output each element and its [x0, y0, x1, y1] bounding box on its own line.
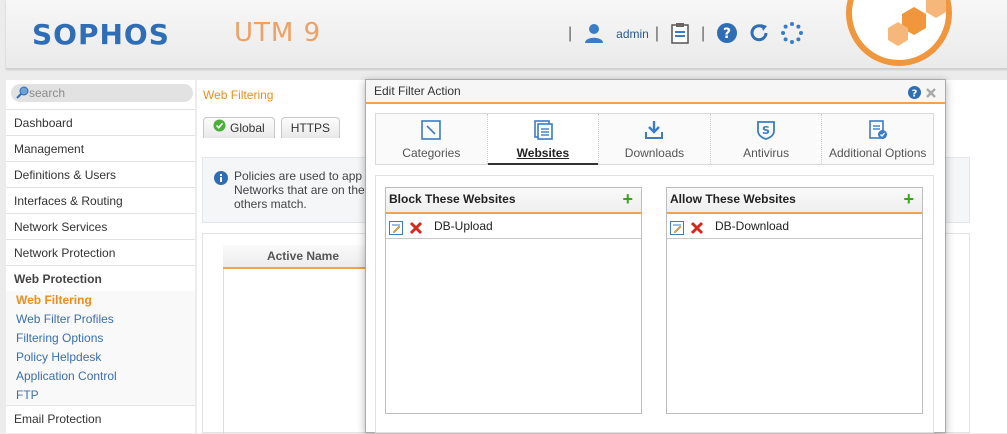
web-protection-submenu: Web Filtering Web Filter Profiles Filter…: [6, 291, 195, 405]
add-allow-website-icon[interactable]: +: [903, 188, 914, 210]
user-name[interactable]: admin: [616, 27, 649, 41]
allow-websites-panel: Allow These Websites + DB-Download: [666, 187, 923, 414]
product-name: UTM 9: [234, 18, 322, 48]
edit-icon[interactable]: [670, 219, 684, 243]
sidebar-item-management[interactable]: Management: [6, 135, 195, 161]
sophos-orb-logo: [846, 0, 952, 66]
loading-spinner-icon: [780, 21, 804, 48]
sidebar-subitem-ftp[interactable]: FTP: [6, 386, 195, 405]
sidebar-item-dashboard[interactable]: Dashboard: [6, 109, 195, 135]
allow-website-name: DB-Download: [715, 219, 790, 233]
sidebar-subitem-web-filtering[interactable]: Web Filtering: [6, 291, 195, 310]
sidebar-item-email-protection[interactable]: Email Protection: [6, 405, 195, 431]
add-block-website-icon[interactable]: +: [622, 188, 633, 210]
dialog-tabs: Categories Websites Downloads S Antiviru…: [375, 113, 934, 165]
list-item[interactable]: DB-Download: [667, 214, 922, 239]
sidebar-nav: Dashboard Management Definitions & Users…: [6, 109, 195, 431]
dialog-tab-antivirus-label: Antivirus: [743, 146, 790, 160]
sidebar: search Dashboard Management Definitions …: [6, 80, 195, 433]
block-website-name: DB-Upload: [434, 219, 493, 233]
tab-global[interactable]: Global: [203, 117, 275, 138]
dialog-tab-downloads-label: Downloads: [624, 146, 685, 160]
dialog-close-icon[interactable]: [925, 84, 937, 106]
tab-https[interactable]: HTTPS: [280, 117, 341, 138]
edit-filter-action-dialog: Edit Filter Action ? Categories Websites…: [365, 79, 946, 433]
search-input[interactable]: search: [11, 84, 193, 102]
svg-text:S: S: [762, 124, 770, 137]
dialog-tab-categories-label: Categories: [402, 146, 461, 160]
block-websites-panel: Block These Websites + DB-Upload: [385, 187, 642, 414]
block-websites-header: Block These Websites +: [386, 188, 641, 214]
app-header: SOPHOS UTM 9 | admin | | ?: [6, 0, 1007, 69]
check-icon: [213, 118, 226, 138]
websites-icon: [533, 120, 553, 143]
search-placeholder: search: [29, 86, 66, 100]
info-text: Policies are used to app Networks that a…: [234, 169, 365, 211]
sidebar-item-definitions-users[interactable]: Definitions & Users: [6, 161, 195, 187]
edit-icon[interactable]: [389, 219, 403, 243]
svg-text:?: ?: [912, 89, 918, 100]
help-icon[interactable]: ?: [716, 22, 738, 47]
user-icon[interactable]: [583, 22, 605, 47]
dialog-title-bar: Edit Filter Action ?: [366, 80, 945, 104]
svg-text:?: ?: [723, 26, 731, 42]
dialog-tab-downloads[interactable]: Downloads: [599, 114, 711, 164]
sidebar-subitem-web-filter-profiles[interactable]: Web Filter Profiles: [6, 310, 195, 329]
download-icon: [644, 120, 664, 143]
delete-icon[interactable]: [690, 219, 704, 243]
brand-logo: SOPHOS: [32, 18, 170, 51]
dialog-tab-websites[interactable]: Websites: [487, 114, 600, 165]
tab-global-label: Global: [230, 121, 265, 135]
sidebar-subitem-filtering-options[interactable]: Filtering Options: [6, 329, 195, 348]
info-icon: [214, 171, 228, 188]
sidebar-subitem-application-control[interactable]: Application Control: [6, 367, 195, 386]
dialog-tab-websites-label: Websites: [516, 146, 570, 160]
delete-icon[interactable]: [409, 219, 423, 243]
column-header-active-name[interactable]: Active Name: [223, 245, 383, 269]
sidebar-item-network-services[interactable]: Network Services: [6, 213, 195, 239]
dialog-tab-additional-options[interactable]: Additional Options: [822, 114, 933, 164]
document-settings-icon: [868, 120, 888, 143]
sidebar-subitem-policy-helpdesk[interactable]: Policy Helpdesk: [6, 348, 195, 367]
shield-icon: S: [756, 120, 776, 143]
search-icon: [16, 86, 29, 104]
header-toolbar: | admin | | ?: [562, 20, 809, 48]
main-tabs: Global HTTPS: [203, 117, 346, 138]
dialog-help-icon[interactable]: ?: [908, 84, 921, 106]
refresh-icon[interactable]: [748, 22, 770, 47]
block-websites-title: Block These Websites: [389, 192, 516, 206]
dialog-tab-antivirus[interactable]: S Antivirus: [711, 114, 823, 164]
sidebar-item-network-protection[interactable]: Network Protection: [6, 239, 195, 265]
list-item[interactable]: DB-Upload: [386, 214, 641, 239]
clipboard-icon[interactable]: [670, 22, 690, 47]
dialog-title: Edit Filter Action: [374, 84, 461, 98]
sidebar-item-interfaces-routing[interactable]: Interfaces & Routing: [6, 187, 195, 213]
sidebar-item-web-protection[interactable]: Web Protection: [6, 265, 195, 291]
tab-https-label: HTTPS: [290, 121, 331, 135]
breadcrumb: Web Filtering: [203, 88, 274, 102]
dialog-tab-additional-options-label: Additional Options: [828, 146, 927, 160]
dialog-tab-categories[interactable]: Categories: [376, 114, 488, 164]
allow-websites-title: Allow These Websites: [670, 192, 796, 206]
categories-icon: [421, 120, 442, 143]
allow-websites-header: Allow These Websites +: [667, 188, 922, 214]
